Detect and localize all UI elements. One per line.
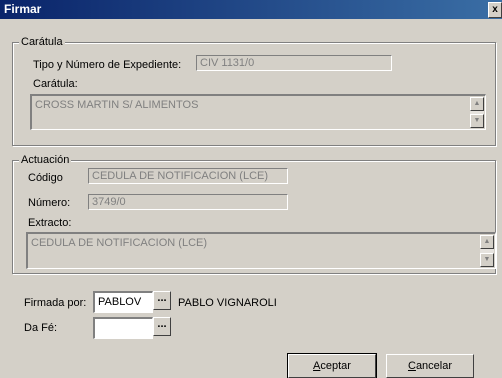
da-fe-label: Da Fé: [24,322,58,334]
da-fe-input[interactable] [93,317,153,339]
da-fe-browse-button[interactable]: ... [153,317,171,336]
scroll-down-icon[interactable]: ▼ [470,114,484,128]
firmada-por-browse-button[interactable]: ... [153,291,171,310]
extracto-scrollbar[interactable]: ▲ ▼ [480,235,494,267]
caratula-group-legend: Carátula [19,35,65,49]
scroll-up-icon[interactable]: ▲ [470,97,484,111]
codigo-label: Código [28,172,63,184]
aceptar-button[interactable]: Aceptar [287,353,377,378]
cancelar-button[interactable]: Cancelar [386,354,474,378]
extracto-label: Extracto: [28,217,72,229]
caratula-textarea[interactable]: CROSS MARTIN S/ ALIMENTOS ▲ ▼ [30,94,486,130]
cancelar-mnemonic: C [407,360,416,372]
close-icon: x [492,4,498,15]
caratula-scrollbar[interactable]: ▲ ▼ [470,97,484,128]
firmada-por-label: Firmada por: [24,297,87,309]
scroll-down-icon[interactable]: ▼ [480,253,494,267]
actuacion-group-legend: Actuación [19,153,72,167]
cancelar-label: ancelar [415,360,453,372]
close-button[interactable]: x [488,2,502,18]
title-bar[interactable]: Firmar x [0,0,502,19]
extracto-textarea[interactable]: CEDULA DE NOTIFICACION (LCE) ▲ ▼ [26,232,496,269]
numero-field[interactable]: 3749/0 [88,194,288,210]
dialog-title: Firmar [4,2,42,16]
numero-label: Número: [28,197,71,209]
caratula-label: Carátula: [33,78,78,90]
firmada-por-fullname: PABLO VIGNAROLI [178,297,277,309]
codigo-field[interactable]: CEDULA DE NOTIFICACION (LCE) [88,168,288,184]
tipo-expediente-field[interactable]: CIV 1131/0 [196,55,392,71]
tipo-expediente-label: Tipo y Número de Expediente: [33,59,182,71]
firmada-por-input[interactable]: PABLOV [93,291,153,313]
extracto-text: CEDULA DE NOTIFICACION (LCE) [31,237,208,249]
aceptar-label: ceptar [320,360,351,372]
firmar-dialog: Firmar x Carátula Tipo y Número de Exped… [0,0,502,378]
caratula-text: CROSS MARTIN S/ ALIMENTOS [35,99,199,111]
scroll-up-icon[interactable]: ▲ [480,235,494,249]
